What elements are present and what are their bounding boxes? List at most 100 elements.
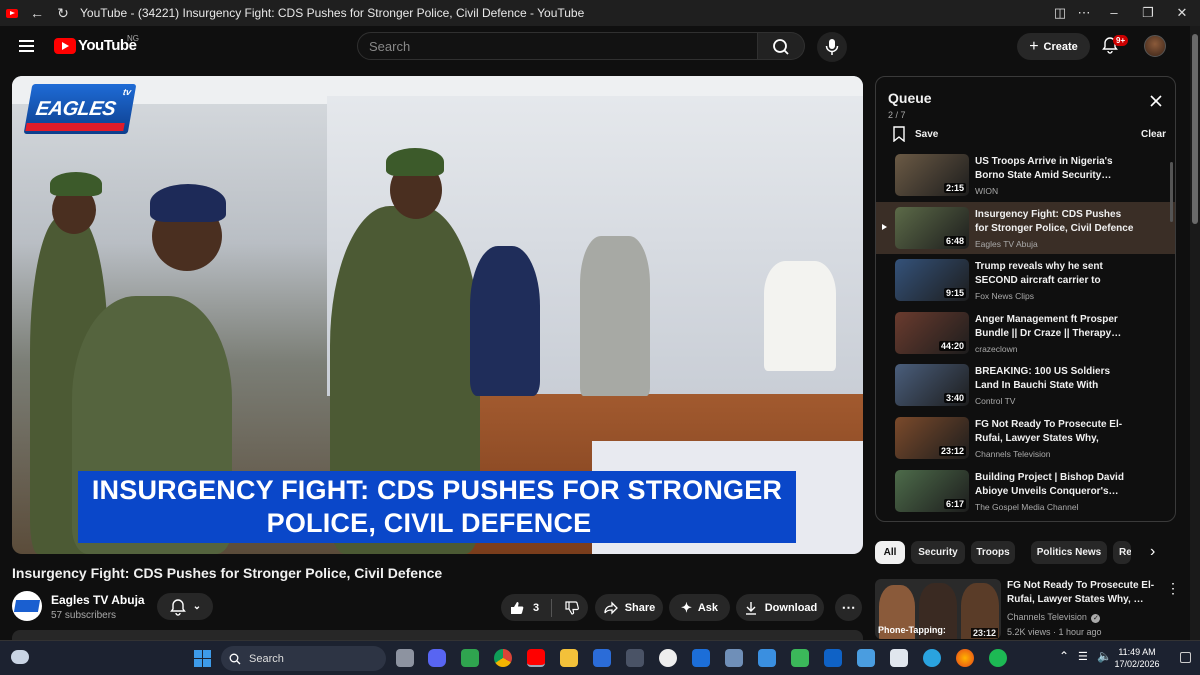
queue-item-channel: crazeclown	[975, 343, 1018, 354]
subscription-notification-button[interactable]: ⌄	[157, 593, 213, 620]
now-playing-icon	[882, 223, 887, 230]
restore-icon[interactable]: ❐	[1131, 0, 1165, 26]
more-horizontal-icon: ⋯	[841, 599, 856, 615]
chrome-icon[interactable]	[494, 649, 512, 667]
clock-time: 11:49 AM	[1118, 647, 1156, 657]
filter-chip[interactable]: Politics News	[1031, 541, 1107, 564]
media-player-icon[interactable]	[659, 649, 677, 667]
back-arrow-icon[interactable]: ←	[24, 5, 50, 21]
outlook-new-icon[interactable]	[692, 649, 710, 667]
plus-icon: +	[1029, 37, 1039, 55]
bookmark-icon	[893, 126, 905, 142]
download-button[interactable]: Download	[736, 594, 824, 621]
clear-queue-button[interactable]: Clear	[1141, 129, 1166, 140]
user-avatar[interactable]	[1144, 35, 1166, 57]
taskbar-search[interactable]: Search	[221, 646, 386, 671]
figure-airforce	[470, 246, 540, 396]
windows-taskbar: Search ⌃ ☰ 🔈 11:49 AM 17/02/2026	[0, 640, 1200, 675]
more-vertical-icon[interactable]: ⋮	[1166, 580, 1180, 597]
search-input[interactable]	[358, 33, 757, 59]
discord-icon[interactable]	[428, 649, 446, 667]
close-window-icon[interactable]: ✕	[1165, 0, 1199, 26]
taskbar-search-label: Search	[249, 652, 284, 665]
firefox-icon[interactable]	[956, 649, 974, 667]
save-queue-button[interactable]: Save	[892, 126, 938, 142]
youtube-header: YouTube NG + Create 9+	[0, 26, 1190, 66]
reload-icon[interactable]: ↻	[50, 5, 76, 22]
video-player[interactable]: EAGLES tv INSURGENCY FIGHT: CDS PUSHES F…	[12, 76, 863, 554]
subscriber-count: 57 subscribers	[51, 610, 117, 621]
queue-item[interactable]: 3:40 BREAKING: 100 US Soldiers Land In Ba…	[876, 359, 1175, 411]
meet-icon[interactable]	[461, 649, 479, 667]
queue-item[interactable]: 2:15 US Troops Arrive in Nigeria's Borno …	[876, 149, 1175, 201]
more-actions-button[interactable]: ⋯	[835, 594, 862, 621]
queue-item-thumbnail: 44:20	[895, 311, 969, 354]
youtube-logo-icon[interactable]	[54, 38, 76, 54]
file-explorer-icon[interactable]	[560, 649, 578, 667]
queue-item-duration: 9:15	[943, 288, 966, 299]
task-view-icon[interactable]	[396, 649, 414, 667]
filter-chip[interactable]: Security	[911, 541, 965, 564]
share-icon	[604, 600, 618, 615]
queue-item-channel: Eagles TV Abuja	[975, 238, 1038, 249]
like-button[interactable]: 3	[509, 600, 539, 616]
outlook-icon[interactable]	[824, 649, 842, 667]
tray-chevron-up-icon[interactable]: ⌃	[1059, 649, 1069, 663]
queue-item[interactable]: 6:48 Insurgency Fight: CDS Pushes for Str…	[876, 201, 1175, 254]
weather-icon[interactable]	[11, 650, 29, 664]
close-icon[interactable]	[1150, 95, 1162, 107]
more-menu-icon[interactable]: ⋯	[1067, 0, 1101, 26]
telegram-icon[interactable]	[923, 649, 941, 667]
paint-icon[interactable]	[890, 649, 908, 667]
photos-icon[interactable]	[857, 649, 875, 667]
store-icon[interactable]	[593, 649, 611, 667]
menu-icon[interactable]	[19, 40, 34, 52]
taskbar-clock[interactable]: 11:49 AM 17/02/2026	[1112, 646, 1162, 670]
filter-chip[interactable]: Troops	[971, 541, 1015, 564]
queue-item[interactable]: 6:17 Building Project | Bishop David Abio…	[876, 465, 1175, 517]
thumbs-down-icon[interactable]	[564, 600, 580, 616]
browser-tab-title: YouTube - (34221) Insurgency Fight: CDS …	[80, 6, 585, 20]
queue-scrollbar[interactable]	[1170, 162, 1173, 222]
queue-item[interactable]: 23:12 FG Not Ready To Prosecute El-Rufai,…	[876, 412, 1175, 464]
queue-title: Queue	[888, 90, 932, 106]
volume-icon[interactable]: 🔈	[1097, 649, 1112, 663]
queue-item[interactable]: 9:15 Trump reveals why he sent SECOND air…	[876, 254, 1175, 306]
share-button[interactable]: Share	[595, 594, 663, 621]
sparkle-icon: ✦	[680, 599, 692, 615]
search-button[interactable]	[758, 32, 805, 60]
voice-search-button[interactable]	[817, 32, 847, 62]
figure-white-robe	[764, 261, 836, 371]
wifi-icon[interactable]: ☰	[1078, 650, 1088, 663]
queue-item-channel: WION	[975, 186, 999, 196]
channel-name[interactable]: Eagles TV Abuja	[51, 593, 145, 607]
figure-beret	[50, 172, 102, 196]
channel-avatar[interactable]	[12, 591, 42, 621]
filter-chip[interactable]: All	[875, 541, 905, 564]
recommended-thumbnail[interactable]: Phone-Tapping: 23:12	[875, 579, 1001, 639]
chevron-right-icon[interactable]: ›	[1150, 543, 1155, 561]
spotify-icon[interactable]	[989, 649, 1007, 667]
notifications-center-icon[interactable]	[1180, 652, 1191, 663]
browser-title-bar: ← ↻ YouTube - (34221) Insurgency Fight: …	[0, 0, 1200, 26]
queue-item[interactable]: 44:20 Anger Management ft Prosper Bundle …	[876, 307, 1175, 359]
create-button[interactable]: + Create	[1017, 33, 1090, 60]
chat-app-icon[interactable]	[791, 649, 809, 667]
page-scrollbar[interactable]	[1190, 26, 1200, 640]
remote-desktop-icon[interactable]	[725, 649, 743, 667]
minimize-icon[interactable]: –	[1097, 0, 1131, 26]
save-label: Save	[915, 128, 939, 140]
windows-start-icon[interactable]	[194, 650, 211, 667]
filter-chip[interactable]: Re	[1113, 541, 1131, 564]
clock-date: 17/02/2026	[1114, 659, 1160, 669]
description-box[interactable]	[12, 630, 863, 640]
recommended-channel[interactable]: Channels Television ✓	[1007, 612, 1101, 623]
calculator-icon[interactable]	[626, 649, 644, 667]
youtube-app-icon[interactable]	[527, 649, 545, 667]
queue-item-channel: Fox News Clips	[975, 291, 1035, 302]
ask-button[interactable]: ✦ Ask	[669, 594, 730, 621]
thumbs-up-icon	[510, 601, 524, 614]
recommended-title[interactable]: FG Not Ready To Prosecute El-Rufai, Lawy…	[1007, 579, 1157, 607]
app-store-bag-icon[interactable]	[758, 649, 776, 667]
video-title: Insurgency Fight: CDS Pushes for Stronge…	[12, 565, 443, 581]
